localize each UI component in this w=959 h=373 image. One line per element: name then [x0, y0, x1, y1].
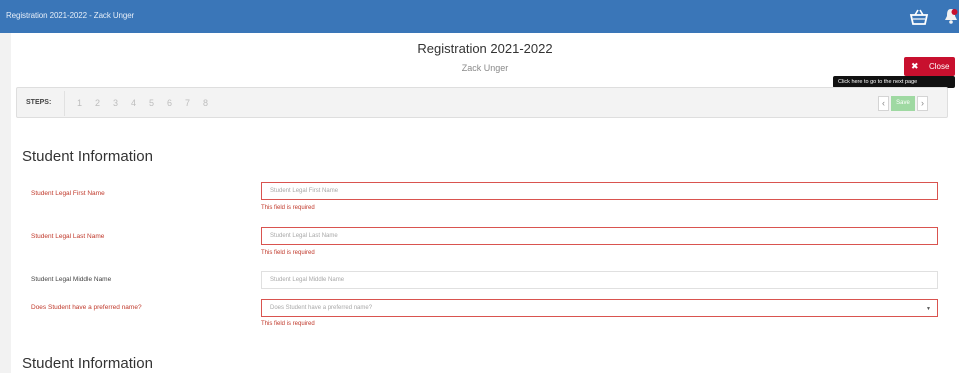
step-7[interactable]: 7 [185, 98, 190, 108]
last-name-label: Student Legal Last Name [31, 233, 105, 240]
step-3[interactable]: 3 [113, 98, 118, 108]
preferred-name-placeholder: Does Student have a preferred name? [270, 305, 373, 311]
middle-name-input[interactable]: Student Legal Middle Name [261, 271, 938, 289]
registration-card: Registration 2021-2022 Zack Unger ✖ Clos… [11, 33, 959, 373]
chevron-down-icon: ▼ [926, 306, 931, 312]
step-5[interactable]: 5 [149, 98, 154, 108]
step-8[interactable]: 8 [203, 98, 208, 108]
step-1[interactable]: 1 [77, 98, 82, 108]
steps-divider [64, 91, 65, 116]
save-button[interactable]: Save [891, 96, 915, 111]
last-name-error: This field is required [261, 250, 315, 256]
preferred-name-error: This field is required [261, 321, 315, 327]
section-title: Student Information [22, 148, 153, 165]
first-name-label: Student Legal First Name [31, 190, 105, 197]
top-bar: Registration 2021-2022 - Zack Unger [0, 0, 959, 33]
preferred-name-select[interactable]: Does Student have a preferred name? ▼ [261, 299, 938, 317]
window-title: Registration 2021-2022 - Zack Unger [6, 11, 135, 20]
steps-bar: STEPS: 1 2 3 4 5 6 7 8 ‹ Save › [16, 87, 948, 118]
preferred-name-label: Does Student have a preferred name? [31, 304, 142, 311]
page-subtitle: Zack Unger [461, 63, 509, 73]
close-label: Close [929, 62, 950, 71]
step-2[interactable]: 2 [95, 98, 100, 108]
middle-name-label: Student Legal Middle Name [31, 276, 112, 283]
steps-label: STEPS: [26, 99, 52, 106]
step-6[interactable]: 6 [167, 98, 172, 108]
next-step-button[interactable]: › [917, 96, 928, 111]
next-section-title: Student Information [22, 355, 153, 372]
first-name-input[interactable]: Student Legal First Name [261, 182, 938, 200]
basket-icon[interactable] [909, 8, 929, 26]
step-4[interactable]: 4 [131, 98, 136, 108]
close-button[interactable]: ✖ Close [904, 57, 955, 76]
first-name-error: This field is required [261, 205, 315, 211]
bell-icon[interactable] [944, 7, 958, 25]
page-title: Registration 2021-2022 [417, 41, 553, 56]
previous-step-button[interactable]: ‹ [878, 96, 889, 111]
last-name-input[interactable]: Student Legal Last Name [261, 227, 938, 245]
close-icon: ✖ [911, 61, 919, 71]
